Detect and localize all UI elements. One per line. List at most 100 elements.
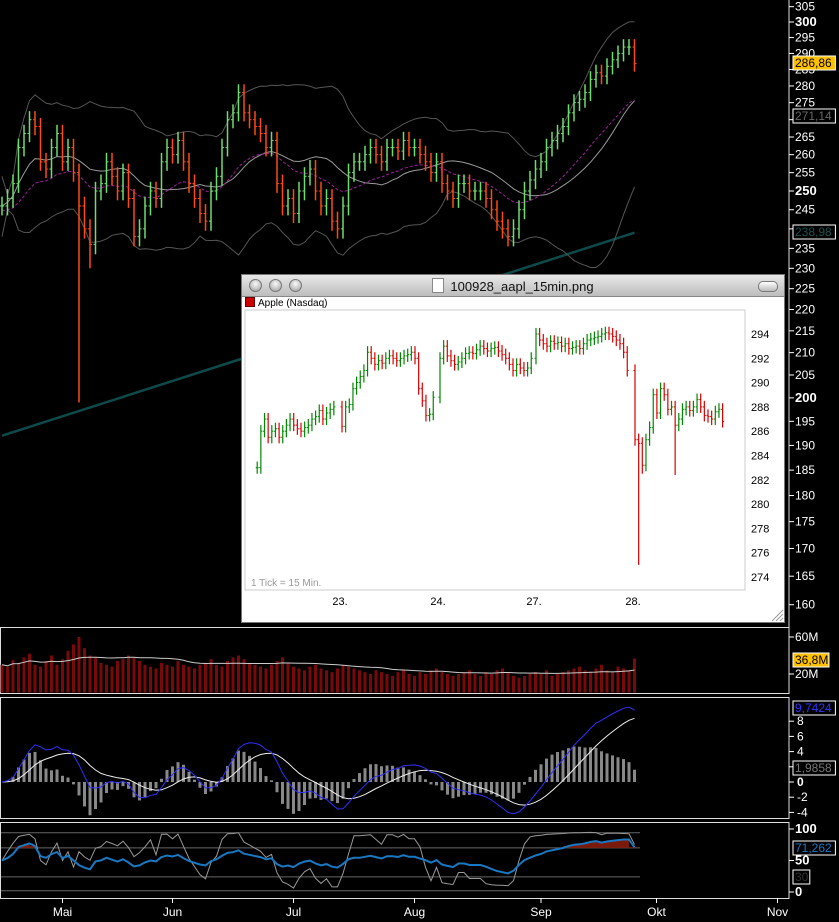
price-tick-label: 280 [795, 79, 815, 93]
price-tick-label: 200 [795, 390, 817, 405]
volume-bar [622, 668, 625, 693]
macd-tick-label: 0 [797, 775, 804, 789]
volume-bar [402, 670, 405, 693]
macd-tick-label: -4 [797, 805, 808, 819]
volume-bar [116, 661, 119, 693]
price-tick-label: 275 [795, 96, 815, 110]
volume-bar [138, 661, 141, 693]
price-tick-label: 225 [795, 282, 815, 296]
volume-bar [182, 664, 185, 693]
volume-bar [72, 644, 75, 693]
price-tick-label: 265 [795, 130, 815, 144]
time-tick-label: Sep [530, 905, 552, 919]
volume-bar [61, 659, 64, 693]
intraday-price-label: 290 [751, 378, 769, 390]
volume-bar [550, 675, 554, 693]
intraday-day-label: 27. [526, 596, 541, 608]
volume-bar [286, 662, 290, 693]
price-tick-label: 255 [795, 166, 815, 180]
volume-bar [99, 662, 103, 693]
volume-badge: 36,8M [795, 653, 828, 667]
intraday-price-label: 274 [751, 572, 769, 584]
volume-bar [325, 670, 328, 693]
volume-bar [578, 666, 581, 693]
volume-bar [556, 674, 559, 693]
volume-bar [457, 674, 460, 693]
volume-bar [506, 672, 510, 693]
price-tick-label: 170 [795, 542, 815, 556]
volume-bar [297, 668, 301, 693]
volume-bar [583, 670, 587, 693]
volume-bar [264, 668, 268, 693]
volume-bar [44, 661, 48, 693]
price-tick-label: 300 [795, 14, 817, 29]
volume-bar [413, 675, 416, 693]
macd-tick-label: 8 [797, 714, 804, 728]
volume-bar [633, 658, 636, 693]
volume-bar [231, 657, 235, 693]
volume-bar [77, 637, 81, 693]
intraday-price-label: 288 [751, 402, 769, 414]
volume-bar [215, 664, 218, 693]
volume-bar [358, 670, 361, 693]
volume-bar [6, 666, 9, 693]
volume-bar [479, 675, 482, 693]
rsi-tick-label: 100 [795, 821, 817, 836]
bollinger-lower [1, 186, 635, 268]
volume-bar [292, 666, 295, 693]
level-badge: 30 [795, 870, 809, 884]
volume-bar [0, 664, 4, 693]
volume-bar [490, 674, 493, 693]
overbought-fill [596, 842, 602, 848]
volume-bar [66, 650, 70, 693]
volume-bar [193, 668, 196, 693]
tick-interval-note: 1 Tick = 15 Min. [251, 578, 321, 589]
volume-bar [616, 666, 620, 693]
volume-bar [127, 655, 130, 693]
price-tick-label: 230 [795, 261, 815, 275]
intraday-day-label: 23. [332, 596, 347, 608]
time-tick-label: Aug [404, 905, 425, 919]
volume-bar [451, 675, 455, 693]
volume-bar [83, 648, 86, 693]
volume-bar [369, 674, 372, 693]
volume-bar [539, 674, 543, 693]
volume-bar [88, 655, 92, 693]
price-tick-label: 305 [795, 0, 815, 14]
price-tick-label: 205 [795, 368, 815, 382]
price-tick-label: 245 [795, 203, 815, 217]
price-tick-label: 175 [795, 515, 815, 529]
volume-bar [308, 666, 312, 693]
rsi-badge: 71,262 [795, 841, 832, 855]
price-tick-label: 180 [795, 489, 815, 503]
rsi-line [1, 838, 636, 875]
volume-bar [462, 672, 466, 693]
volume-bar [209, 659, 213, 693]
volume-bar [330, 672, 334, 693]
volume-bar [275, 661, 279, 693]
volume-bar [33, 664, 37, 693]
volume-bar [347, 666, 350, 693]
volume-bar [380, 672, 383, 693]
volume-bar [121, 659, 125, 693]
price-tick-label: 235 [795, 241, 815, 255]
intraday-day-label: 24. [430, 596, 445, 608]
volume-bar [314, 664, 317, 693]
volume-bar [160, 662, 163, 693]
volume-bar [17, 662, 20, 693]
volume-bar [94, 657, 97, 693]
volume-bar [149, 666, 152, 693]
time-tick-label: Mai [53, 905, 72, 919]
volume-bar [248, 662, 251, 693]
volume-bar [418, 672, 422, 693]
volume-bar [303, 670, 306, 693]
time-tick-label: Jun [163, 905, 182, 919]
volume-bar [55, 664, 59, 693]
image-viewer-window[interactable]: 100928_aapl_15min.png Apple (Nasdaq) 294… [241, 274, 785, 623]
volume-bar [319, 668, 323, 693]
price-tick-label: 165 [795, 569, 815, 583]
price-tick-label: 260 [795, 148, 815, 162]
volume-bar [336, 668, 339, 693]
last-price-badge: 286,86 [795, 56, 832, 70]
price-tick-label: 195 [795, 414, 815, 428]
